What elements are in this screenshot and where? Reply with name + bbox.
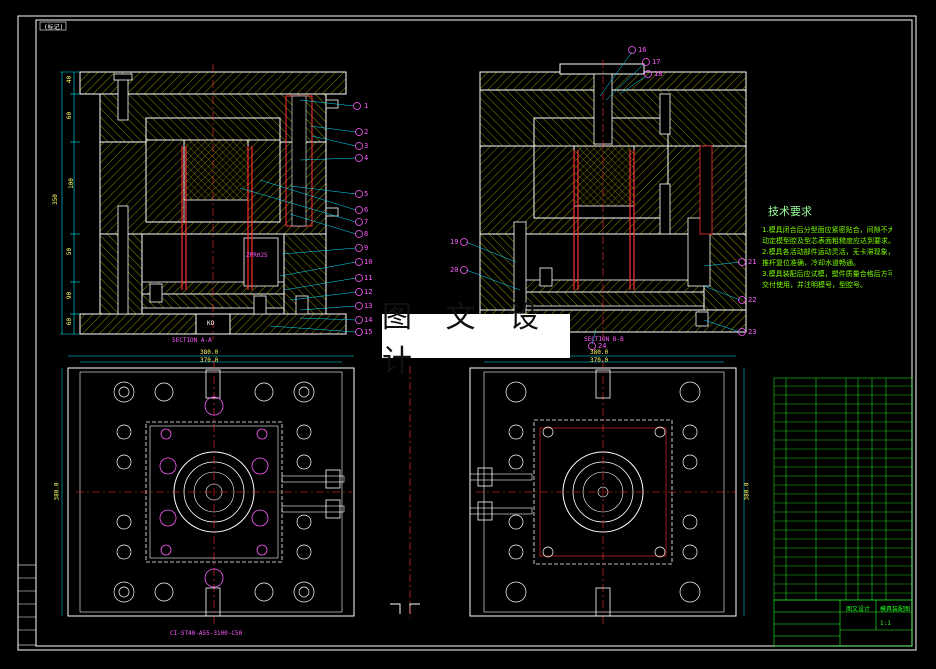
left-plan-width2-dim: 370.0	[200, 357, 219, 364]
callout-number: 20	[450, 266, 459, 274]
left-plan-height-dim: 380.0	[53, 482, 61, 501]
corner-tag: (标记)	[44, 24, 64, 31]
callout-number: 2	[364, 128, 369, 136]
left-vertical-dim: 40	[66, 75, 74, 84]
callout-number: 16	[638, 46, 647, 54]
section-markers	[390, 366, 420, 618]
plan-note: CI-ST40-A55-3100-C50	[170, 630, 243, 637]
tech-req-line: 2.模具各活动部件运动灵活，无卡滞现象，	[762, 248, 892, 256]
callout-number: 7	[364, 218, 369, 226]
callout-number: 4	[364, 154, 369, 162]
plan-dimension-lines	[61, 355, 745, 616]
tech-req-line: 1.模具闭合后分型面应紧密贴合，间隙不大于0.02mm，	[762, 226, 892, 234]
bom-rows	[774, 385, 912, 594]
section-a-label: SECTION A-A	[172, 337, 212, 344]
tech-req-line: 交付使用，并注明模号，型腔号。	[762, 281, 867, 289]
left-vertical-dim: 60	[66, 317, 74, 326]
left-vertical-dim: 90	[66, 291, 74, 300]
callout-number: 3	[364, 142, 369, 150]
left-callout-circles	[353, 102, 363, 336]
callout-number: 18	[654, 70, 663, 78]
plan-view-left	[67, 360, 355, 624]
ko-label: KO	[207, 320, 215, 327]
callout-number: 19	[450, 238, 459, 246]
callout-number: 8	[364, 230, 369, 238]
right-plan-height-dim: 380.0	[743, 482, 751, 501]
section-a-view	[79, 64, 347, 340]
title-block-company: 图文设计	[846, 606, 871, 613]
callout-number: 17	[652, 58, 661, 66]
right-plan-width-dim: 380.0	[590, 349, 609, 356]
callout-number: 24	[598, 342, 607, 350]
technical-requirements: 技术要求 1.模具闭合后分型面应紧密贴合，间隙不大于0.02mm， 动定模型腔及…	[762, 206, 892, 291]
callout-number: 10	[364, 258, 373, 266]
tech-req-line: 推杆复位准确，冷却水道畅通。	[762, 259, 860, 267]
callout-number: 9	[364, 244, 369, 252]
left-vertical-dim: 100	[67, 178, 75, 189]
callout-number: 22	[748, 296, 757, 304]
callout-number: 5	[364, 190, 369, 198]
left-plan-width-dim: 380.0	[200, 349, 219, 356]
left-side-strip	[17, 564, 37, 646]
callout-number: 15	[364, 328, 373, 336]
callout-number: 12	[364, 288, 373, 296]
bill-of-materials	[773, 377, 913, 601]
callout-number: 6	[364, 206, 369, 214]
callout-number: 14	[364, 316, 373, 324]
callout-number: 23	[748, 328, 757, 336]
left-vertical-dim: 60	[66, 111, 74, 120]
right-plan-width2-dim: 370.0	[590, 357, 609, 364]
callout-number: 13	[364, 302, 373, 310]
left-total-dim: 350	[51, 194, 59, 205]
insert-label: ZPR025	[246, 252, 268, 259]
left-vertical-dim: 50	[66, 247, 74, 256]
title-block-drawing-name: 模具装配图	[880, 606, 911, 613]
title-block-scale: 1:1	[880, 620, 891, 627]
watermark: 图 文 设 计	[382, 300, 570, 379]
callout-number: 1	[364, 102, 369, 110]
callout-number: 11	[364, 274, 373, 282]
tech-req-line: 3.模具装配后应试模，塑件质量合格后方可	[762, 270, 892, 278]
tech-req-title: 技术要求	[768, 205, 812, 218]
tech-req-line: 动定模型腔及型芯表面粗糙度应达到要求。	[762, 237, 892, 245]
callout-number: 21	[748, 258, 757, 266]
